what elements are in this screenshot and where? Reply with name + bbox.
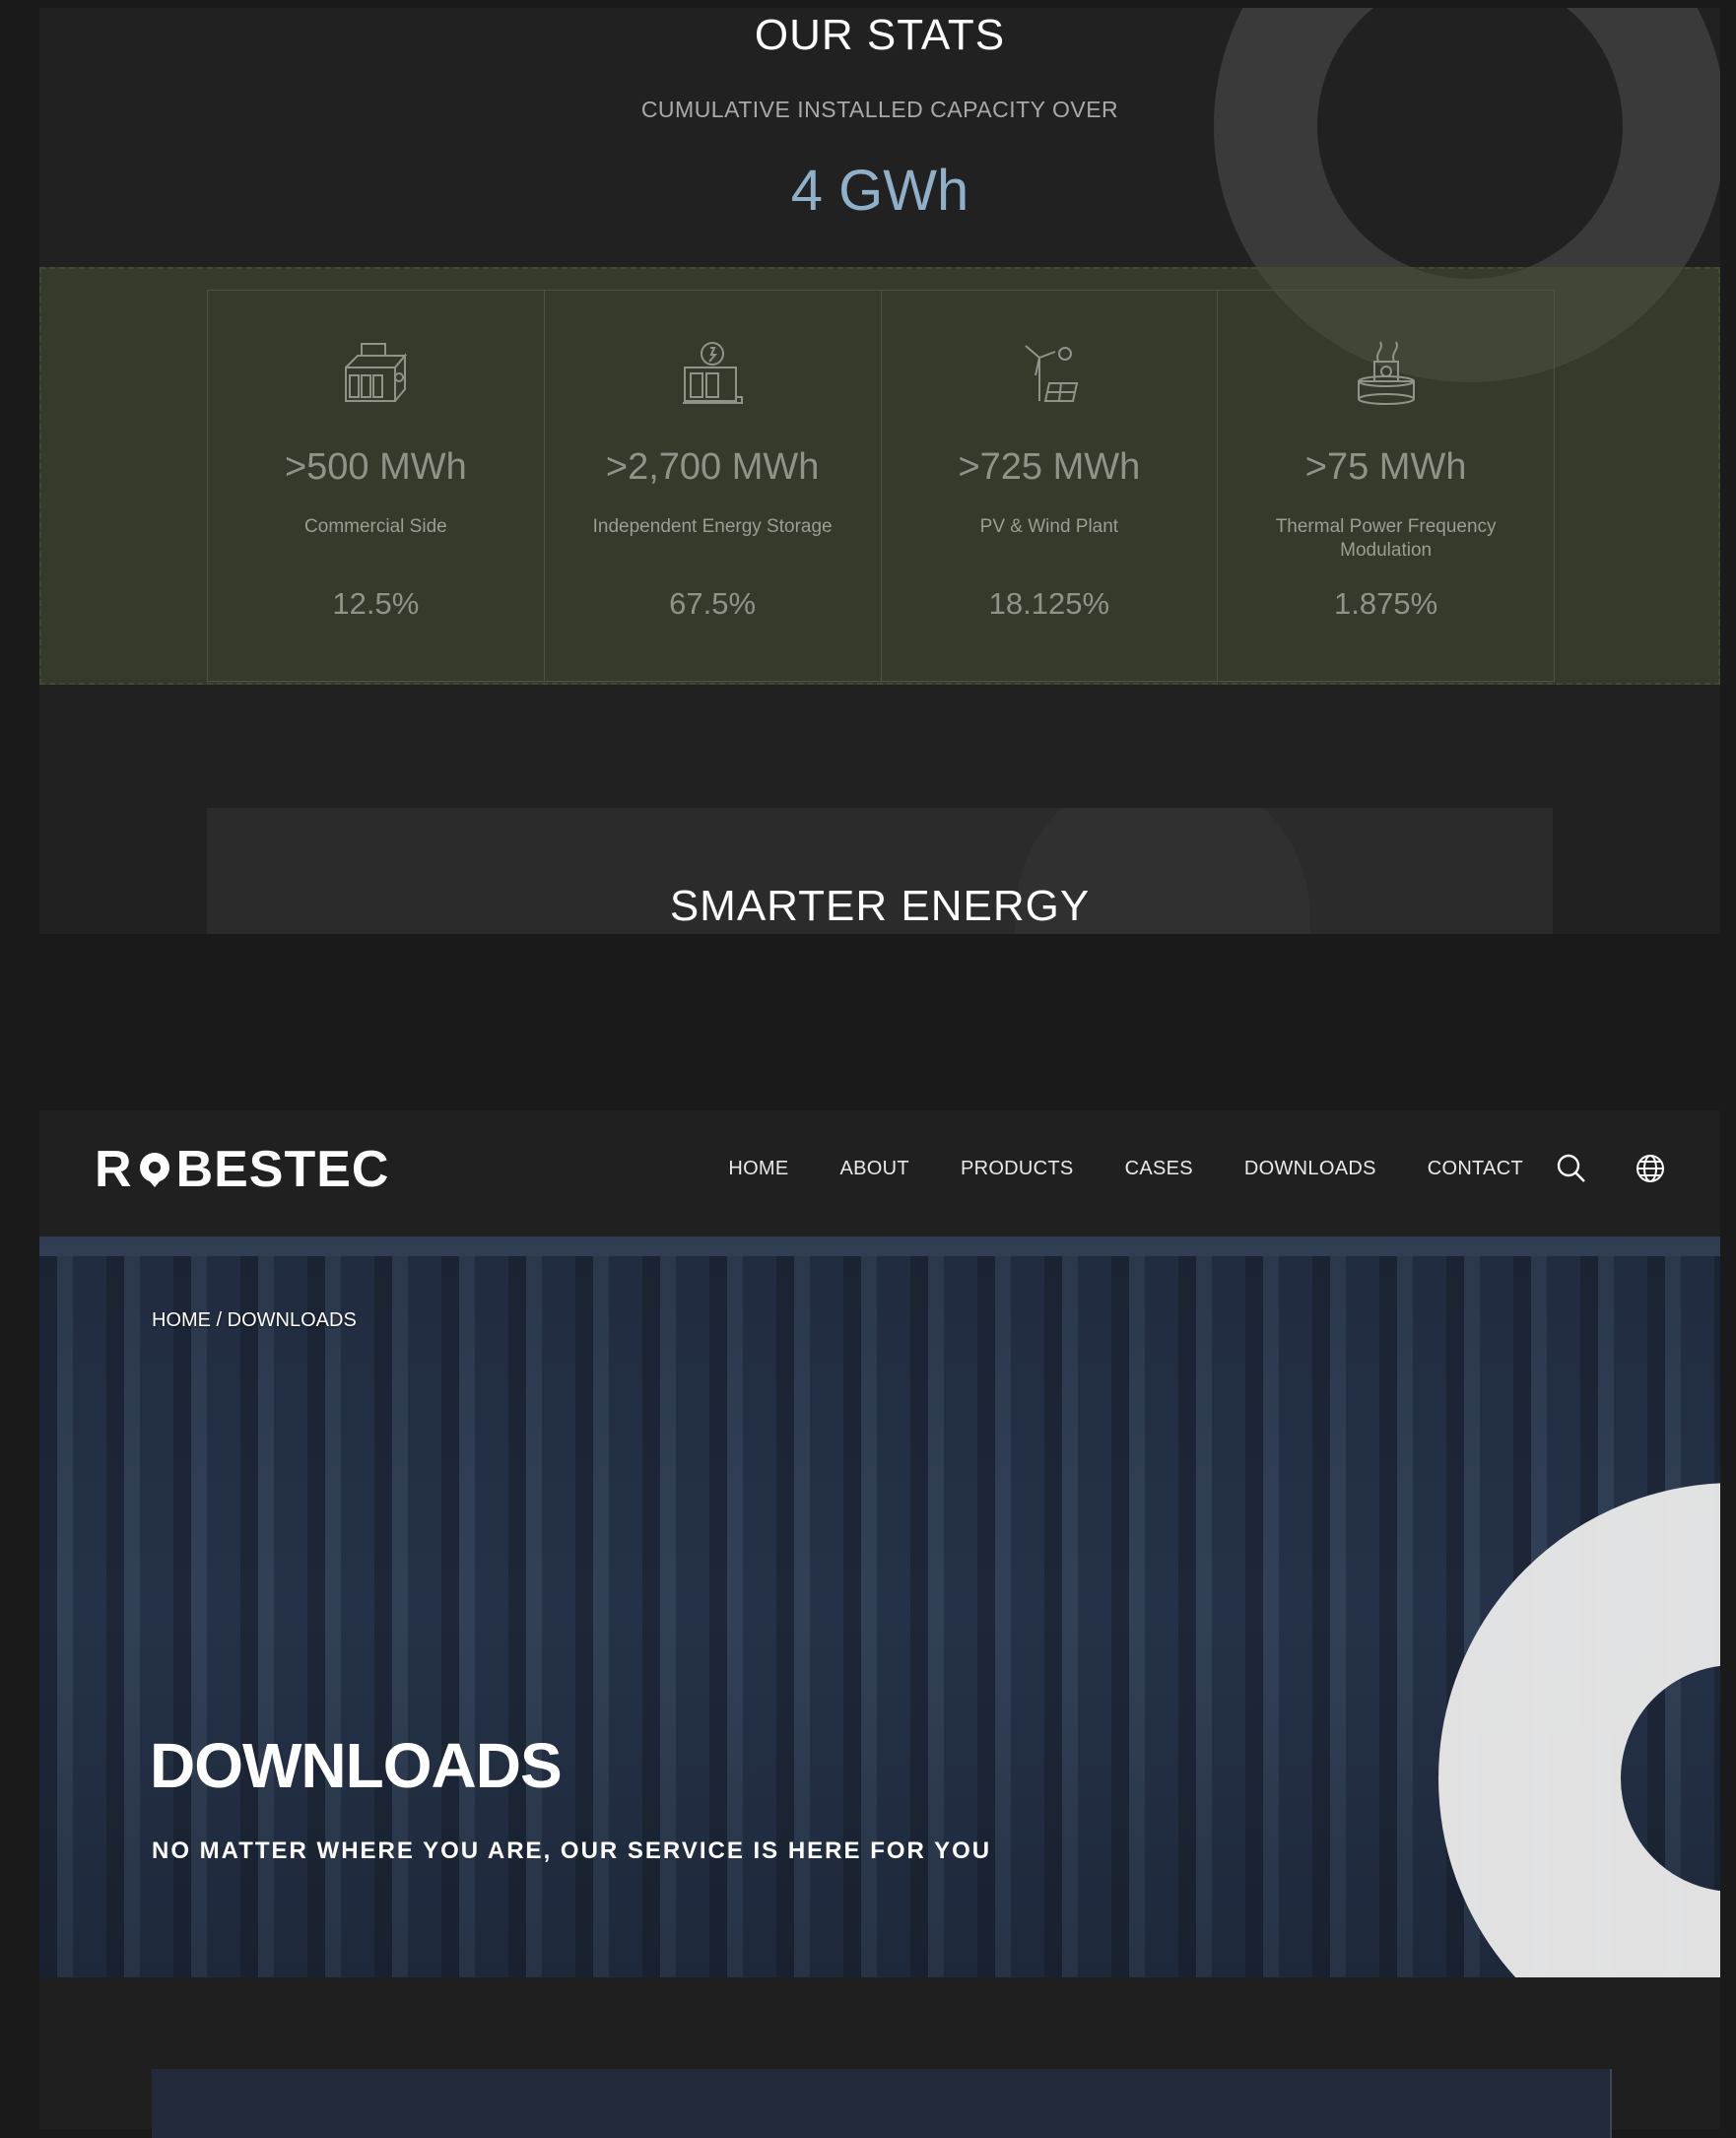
thermal-power-icon <box>1357 341 1415 405</box>
nav-about[interactable]: ABOUT <box>840 1158 909 1180</box>
stat-percent: 18.125% <box>988 586 1110 621</box>
search-icon[interactable] <box>1555 1152 1588 1185</box>
stats-subtitle: CUMULATIVE INSTALLED CAPACITY OVER <box>640 97 1119 122</box>
stat-value: >500 MWh <box>284 446 467 488</box>
nav-products[interactable]: PRODUCTS <box>961 1158 1074 1180</box>
stat-percent: 12.5% <box>332 586 420 621</box>
breadcrumb[interactable]: HOME / DOWNLOADS <box>152 1309 357 1332</box>
logo-mark-icon <box>139 1153 169 1187</box>
energy-storage-icon <box>683 342 744 404</box>
stats-total: 4 GWh <box>790 159 969 223</box>
nav-home[interactable]: HOME <box>728 1158 788 1180</box>
stat-value: >2,700 MWh <box>605 446 820 488</box>
globe-icon[interactable] <box>1634 1152 1667 1185</box>
stat-value: >75 MWh <box>1304 446 1467 488</box>
wind-solar-icon <box>1025 345 1079 402</box>
stat-card: >2,700 MWh Independent Energy Storage 67… <box>545 291 882 681</box>
stat-label: Independent Energy Storage <box>592 516 833 537</box>
site-header: R BESTEC HOME ABOUT PRODUCTS CASES DOWNL… <box>39 1110 1720 1236</box>
downloads-hero: HOME / DOWNLOADS DOWNLOADS NO MATTER WHE… <box>39 1236 1720 1977</box>
page-subtitle: NO MATTER WHERE YOU ARE, OUR SERVICE IS … <box>152 1837 992 1864</box>
stat-label: PV & Wind Plant <box>979 516 1119 537</box>
stat-card: >500 MWh Commercial Side 12.5% <box>208 291 545 681</box>
stat-label: Commercial Side <box>304 516 447 537</box>
logo-text-left: R <box>95 1141 133 1198</box>
main-nav: HOME ABOUT PRODUCTS CASES DOWNLOADS CONT… <box>728 1158 1523 1180</box>
stats-section: OUR STATS CUMULATIVE INSTALLED CAPACITY … <box>39 8 1720 934</box>
stats-grid: >500 MWh Commercial Side 12.5% >2,700 MW… <box>207 290 1555 682</box>
stats-title: OUR STATS <box>754 11 1006 59</box>
stat-value: >725 MWh <box>958 446 1141 488</box>
stat-card: >725 MWh PV & Wind Plant 18.125% <box>882 291 1219 681</box>
stat-percent: 1.875% <box>1334 586 1438 621</box>
stat-percent: 67.5% <box>669 586 757 621</box>
logo-text-right: BESTEC <box>175 1141 390 1198</box>
content-panel <box>152 2069 1612 2138</box>
battery-cabinet-icon <box>345 343 408 402</box>
stat-label: Thermal Power Frequency Modulation <box>1275 516 1497 561</box>
nav-downloads[interactable]: DOWNLOADS <box>1244 1158 1376 1180</box>
stat-card: >75 MWh Thermal Power Frequency Modulati… <box>1218 291 1554 681</box>
smarter-energy-title: SMARTER ENERGY <box>669 882 1091 930</box>
site-logo[interactable]: R BESTEC <box>95 1140 389 1199</box>
nav-contact[interactable]: CONTACT <box>1428 1158 1523 1180</box>
page-title: DOWNLOADS <box>150 1730 563 1801</box>
nav-cases[interactable]: CASES <box>1125 1158 1193 1180</box>
